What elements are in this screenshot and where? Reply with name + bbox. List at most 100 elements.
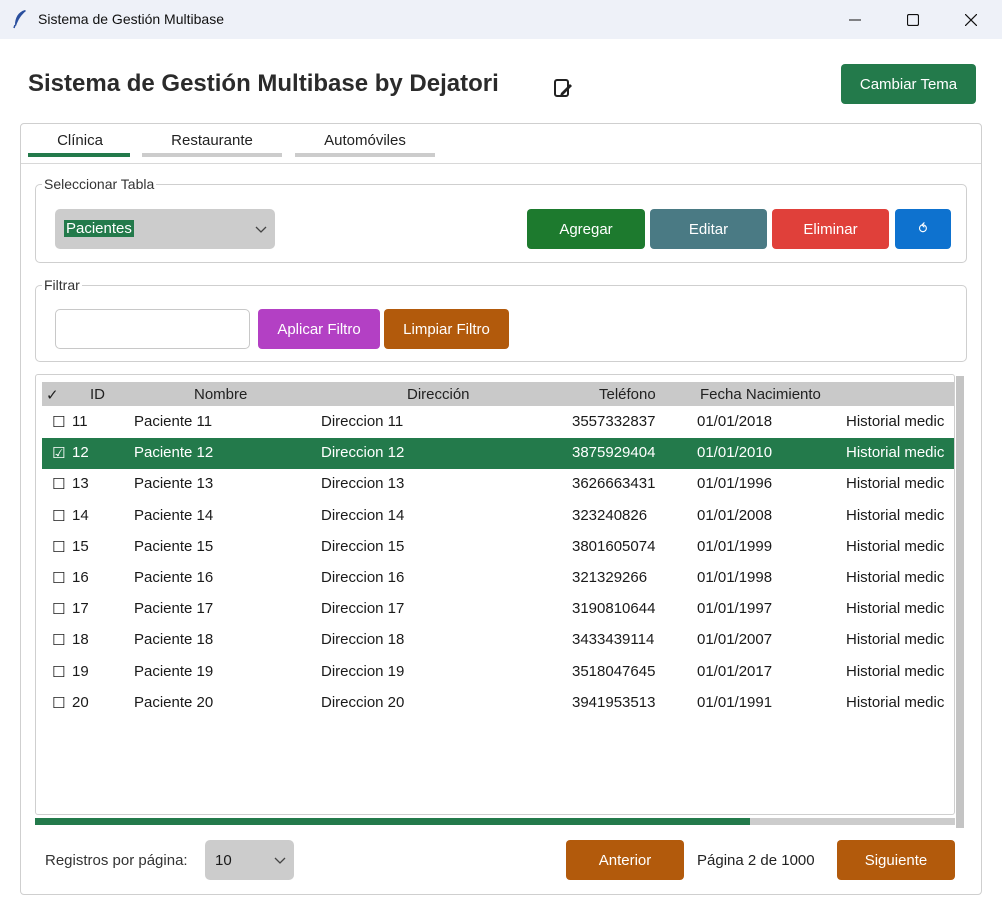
window-titlebar: Sistema de Gestión Multibase [0, 0, 1002, 39]
cell-historial: Historial medic [846, 413, 945, 430]
filter-input[interactable] [55, 309, 250, 349]
cell-id: 20 [72, 693, 89, 711]
cell-nombre: Paciente 11 [134, 413, 213, 430]
cell-direccion: Direccion 11 [321, 413, 404, 430]
column-header-telefono[interactable]: Teléfono [599, 386, 656, 403]
cell-fecha: 01/01/2018 [697, 413, 773, 430]
cell-historial: Historial medic [846, 693, 945, 711]
cell-id: 15 [72, 537, 89, 555]
tab-separator [21, 163, 981, 164]
column-header-nombre[interactable]: Nombre [194, 386, 247, 403]
row-checkbox[interactable]: ☐ [52, 631, 65, 649]
vertical-scrollbar[interactable] [956, 376, 964, 828]
cell-telefono: 3518047645 [572, 662, 656, 680]
cell-telefono: 3626663431 [572, 475, 656, 493]
next-page-button[interactable]: Siguiente [837, 840, 955, 880]
cell-historial: Historial medic [846, 537, 945, 555]
table-row[interactable]: ☐ 14 Paciente 14 Direccion 14 323240826 01/01… [42, 501, 954, 532]
row-checkbox[interactable]: ☐ [52, 663, 65, 681]
filter-legend: Filtrar [44, 277, 80, 293]
cell-fecha: 01/01/2017 [697, 662, 773, 680]
close-window-button[interactable] [942, 0, 1000, 39]
row-checkbox[interactable]: ☐ [52, 694, 65, 712]
maximize-button[interactable] [884, 0, 942, 39]
cell-telefono: 3190810644 [572, 600, 656, 618]
cell-historial: Historial medic [846, 662, 945, 680]
row-checkbox[interactable]: ☐ [52, 507, 65, 525]
cell-direccion: Direccion 20 [321, 693, 405, 711]
cell-fecha: 01/01/2008 [697, 506, 773, 524]
data-table: ✓ ID Nombre Dirección Teléfono Fecha Nac… [35, 374, 955, 815]
table-header: ✓ ID Nombre Dirección Teléfono Fecha Nac… [42, 382, 954, 406]
cell-fecha: 01/01/1996 [697, 475, 773, 493]
cell-nombre: Paciente 12 [134, 444, 214, 462]
cell-fecha: 01/01/1999 [697, 537, 773, 555]
records-per-page-label: Registros por página: [45, 852, 188, 869]
row-checkbox[interactable]: ☐ [52, 413, 65, 431]
cell-nombre: Paciente 18 [134, 631, 214, 649]
table-select-legend: Seleccionar Tabla [44, 176, 155, 192]
column-header-id[interactable]: ID [90, 386, 105, 403]
table-row[interactable]: ☑ 12 Paciente 12 Direccion 12 3875929404 01/0… [42, 438, 954, 470]
column-header-fecha[interactable]: Fecha Nacimiento [700, 386, 821, 403]
cell-telefono: 3875929404 [572, 444, 656, 462]
refresh-button[interactable]: ⥀ [895, 209, 951, 249]
table-row[interactable]: ☐ 15 Paciente 15 Direccion 15 3801605074 01/0… [42, 532, 954, 563]
edit-button[interactable]: Editar [650, 209, 767, 249]
column-header-direccion[interactable]: Dirección [407, 386, 470, 403]
cell-nombre: Paciente 16 [134, 569, 214, 586]
cell-historial: Historial medic [846, 631, 945, 649]
delete-button[interactable]: Eliminar [772, 209, 889, 249]
records-per-page-dropdown[interactable]: 10 [205, 840, 294, 880]
tab-automoviles[interactable]: Automóviles [295, 132, 435, 149]
add-button[interactable]: Agregar [527, 209, 645, 249]
minimize-icon [849, 19, 861, 20]
table-row[interactable]: ☐ 16 Paciente 16 Direccion 16 321329266 01/01… [42, 563, 954, 594]
table-row[interactable]: ☐ 11 Paciente 11 Direccion 11 3557332837 01/0… [42, 407, 954, 438]
cell-id: 14 [72, 506, 89, 524]
column-header-check[interactable]: ✓ [46, 386, 59, 404]
cell-nombre: Paciente 15 [134, 537, 214, 555]
cell-direccion: Direccion 14 [321, 506, 405, 524]
previous-page-button[interactable]: Anterior [566, 840, 684, 880]
page-title: Sistema de Gestión Multibase by Dejatori [28, 70, 499, 97]
table-row[interactable]: ☐ 13 Paciente 13 Direccion 13 3626663431 01/0… [42, 469, 954, 500]
row-checkbox[interactable]: ☐ [52, 538, 65, 556]
chevron-down-icon [274, 857, 286, 864]
table-select-value: Pacientes [64, 220, 134, 237]
table-row[interactable]: ☐ 19 Paciente 19 Direccion 19 3518047645 01/0… [42, 657, 954, 688]
horizontal-scrollbar-thumb[interactable] [35, 818, 750, 825]
cell-telefono: 323240826 [572, 506, 648, 524]
cell-fecha: 01/01/2007 [697, 631, 773, 649]
row-checkbox[interactable]: ☐ [52, 569, 65, 587]
cell-direccion: Direccion 19 [321, 662, 405, 680]
row-checkbox[interactable]: ☑ [52, 444, 65, 462]
cell-historial: Historial medic [846, 600, 945, 618]
clear-filter-button[interactable]: Limpiar Filtro [384, 309, 509, 349]
cell-id: 17 [72, 600, 89, 618]
tab-restaurante[interactable]: Restaurante [142, 132, 282, 149]
cell-id: 16 [72, 569, 89, 586]
minimize-button[interactable] [826, 0, 884, 39]
cell-telefono: 3433439114 [572, 631, 655, 649]
row-checkbox[interactable]: ☐ [52, 475, 65, 493]
cell-nombre: Paciente 14 [134, 506, 214, 524]
tab-clinica[interactable]: Clínica [30, 132, 130, 149]
tab-restaurante-indicator [142, 153, 282, 157]
cell-fecha: 01/01/1998 [697, 569, 773, 586]
row-checkbox[interactable]: ☐ [52, 600, 65, 618]
cell-direccion: Direccion 15 [321, 537, 405, 555]
cell-direccion: Direccion 17 [321, 600, 405, 618]
table-row[interactable]: ☐ 20 Paciente 20 Direccion 20 3941953513 01/0… [42, 688, 954, 719]
table-row[interactable]: ☐ 18 Paciente 18 Direccion 18 3433439114 01/0… [42, 625, 954, 656]
change-theme-button[interactable]: Cambiar Tema [841, 64, 976, 104]
close-icon [965, 13, 977, 26]
cell-telefono: 321329266 [572, 569, 648, 586]
cell-nombre: Paciente 19 [134, 662, 214, 680]
table-select-dropdown[interactable]: Pacientes [55, 209, 275, 249]
cell-id: 11 [72, 413, 88, 430]
apply-filter-button[interactable]: Aplicar Filtro [258, 309, 380, 349]
cell-historial: Historial medic [846, 475, 945, 493]
table-row[interactable]: ☐ 17 Paciente 17 Direccion 17 3190810644 01/0… [42, 594, 954, 625]
maximize-icon [907, 13, 919, 26]
